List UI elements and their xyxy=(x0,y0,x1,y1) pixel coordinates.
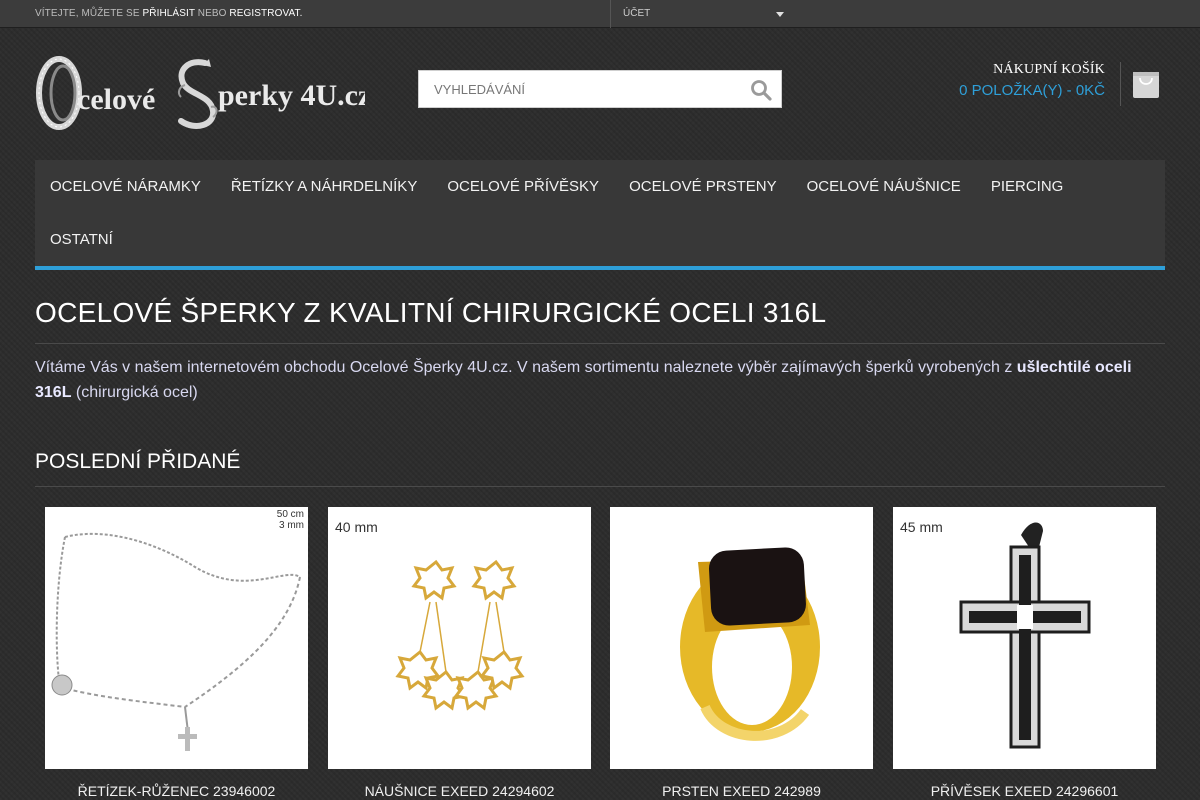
shopping-bag-icon[interactable] xyxy=(1132,68,1160,99)
search-button[interactable] xyxy=(749,78,773,102)
product-dimension: 45 mm xyxy=(900,519,943,535)
product-name[interactable]: Řetízek-Růženec 23946002 xyxy=(45,783,308,799)
page-title: Ocelové šperky z kvalitní chirurgické oc… xyxy=(35,297,827,328)
nav-item-retizky-nahrdelniky[interactable]: Řetízky a náhrdelníky xyxy=(216,160,432,213)
product-dimension: 50 cm 3 mm xyxy=(277,509,304,531)
cart-block[interactable]: Nákupní košík 0 položka(y) - 0Kč xyxy=(900,62,1105,99)
rosary-chain-image xyxy=(51,532,301,751)
divider xyxy=(35,343,1165,344)
divider xyxy=(35,486,1165,487)
caret-down-icon xyxy=(776,12,784,17)
product-name[interactable]: Přívěsek EXEED 24296601 xyxy=(893,783,1156,799)
site-logo[interactable]: celové perky 4U.cz xyxy=(35,55,371,133)
welcome-text: Vítejte, můžete se přihlásit nebo regist… xyxy=(35,8,302,19)
logo-text-part1: celové xyxy=(77,83,155,116)
product-card[interactable]: Prsten EXEED 242989 xyxy=(610,507,873,799)
product-card[interactable]: 45 mm Přívěsek EXEED 24296601 xyxy=(893,507,1156,799)
product-name[interactable]: Prsten EXEED 242989 xyxy=(610,783,873,799)
login-link[interactable]: přihlásit xyxy=(142,8,194,19)
nav-item-ocelove-nausnice[interactable]: Ocelové náušnice xyxy=(792,160,976,213)
main-nav: Ocelové náramky Řetízky a náhrdelníky Oc… xyxy=(35,160,1165,270)
nav-item-ocelove-prsteny[interactable]: Ocelové prsteny xyxy=(614,160,792,213)
product-image-earrings[interactable]: 40 mm xyxy=(328,507,591,769)
product-card[interactable]: 50 cm 3 mm Řetízek-Růženec 23946002 xyxy=(45,507,308,799)
search-input[interactable] xyxy=(419,71,739,107)
account-dropdown[interactable]: Účet xyxy=(610,0,790,28)
nav-item-ocelove-naramky[interactable]: Ocelové náramky xyxy=(35,160,216,213)
product-image-rosary[interactable]: 50 cm 3 mm xyxy=(45,507,308,769)
register-link[interactable]: registrovat. xyxy=(229,8,302,19)
signet-ring-image xyxy=(680,547,820,741)
top-bar: Vítejte, můžete se přihlásit nebo regist… xyxy=(0,0,1200,28)
intro-text: Vítáme Vás v našem internetovém obchodu … xyxy=(35,359,1017,376)
welcome-or: nebo xyxy=(197,8,227,19)
search-box xyxy=(418,70,782,108)
intro-paragraph: Vítáme Vás v našem internetovém obchodu … xyxy=(35,355,1155,405)
product-dimension: 40 mm xyxy=(335,519,378,535)
product-image-ring[interactable] xyxy=(610,507,873,769)
product-image-cross[interactable]: 45 mm xyxy=(893,507,1156,769)
dimension-width: 3 mm xyxy=(279,520,304,531)
nav-item-ostatni[interactable]: Ostatní xyxy=(35,213,128,266)
nav-item-ocelove-privesky[interactable]: Ocelové přívěsky xyxy=(432,160,614,213)
logo-text-part2: perky 4U.cz xyxy=(218,79,365,112)
dimension-length: 50 cm xyxy=(276,509,304,520)
section-title-latest: Poslední přidané xyxy=(35,450,241,473)
welcome-prefix: Vítejte, můžete se xyxy=(35,8,140,19)
earrings-image xyxy=(395,559,525,711)
product-card[interactable]: 40 mm Náušnice EXEED 24294602 xyxy=(328,507,591,799)
search-icon xyxy=(751,80,772,101)
cart-divider xyxy=(1120,62,1121,106)
cart-title: Nákupní košík xyxy=(993,62,1105,77)
nav-item-piercing[interactable]: Piercing xyxy=(976,160,1079,213)
product-name[interactable]: Náušnice EXEED 24294602 xyxy=(328,783,591,799)
intro-tail: (chirurgická ocel) xyxy=(71,384,198,401)
cart-summary[interactable]: 0 položka(y) - 0Kč xyxy=(900,82,1105,99)
cross-pendant-image xyxy=(959,522,1091,749)
account-label: Účet xyxy=(623,8,651,19)
